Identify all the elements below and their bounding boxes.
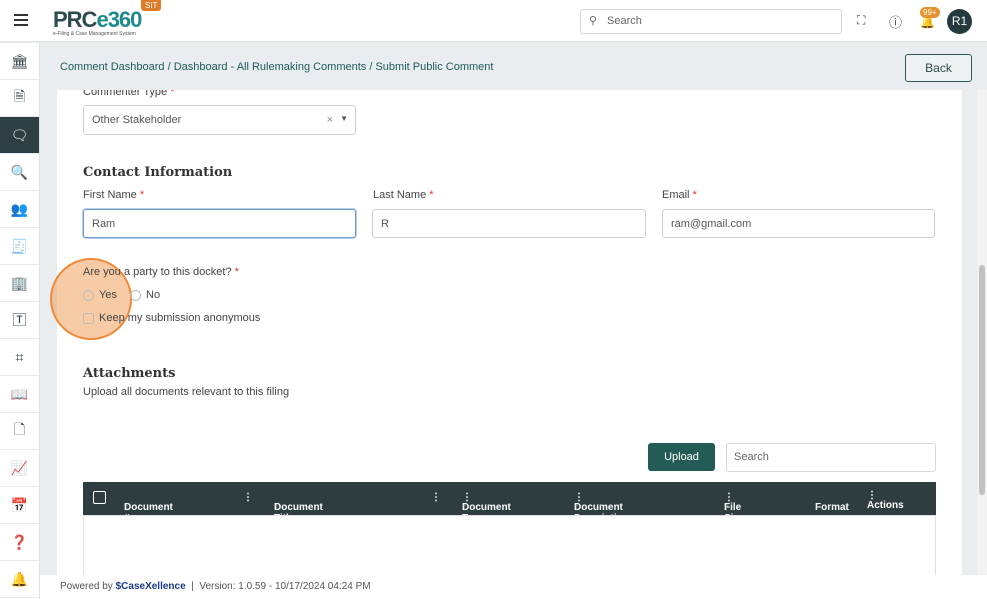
- commenter-type-label: Commenter Type *: [83, 90, 175, 98]
- sidebar-item-scan[interactable]: ⌗: [0, 339, 39, 376]
- building-icon: 🏢: [10, 274, 29, 291]
- attachments-search-input[interactable]: Search: [726, 443, 936, 472]
- first-name-label: First Name *: [83, 189, 145, 201]
- sidebar-item-calendar[interactable]: 📅: [0, 487, 39, 524]
- search-document-icon: 🔍: [10, 163, 29, 180]
- email-input[interactable]: ram@gmail.com: [662, 209, 935, 238]
- back-button[interactable]: Back: [905, 54, 972, 82]
- document-icon: 🗎: [13, 88, 26, 104]
- sidebar-item-chart[interactable]: 📈: [0, 450, 39, 487]
- col-menu-icon[interactable]: ⋮: [243, 492, 253, 503]
- radio-yes[interactable]: Yes: [83, 289, 117, 301]
- comment-icon: 🗨: [10, 126, 29, 143]
- attachments-heading: Attachments: [83, 366, 176, 381]
- select-all-checkbox[interactable]: [93, 491, 106, 504]
- attachments-table-body: [83, 515, 936, 575]
- avatar[interactable]: R1: [947, 9, 972, 34]
- help-icon: ❓: [10, 533, 29, 550]
- sidebar-item-bell[interactable]: 🔔: [0, 561, 39, 598]
- global-search-input[interactable]: ⚲ Search: [580, 9, 842, 34]
- search-icon: ⚲: [589, 15, 598, 27]
- scrollbar[interactable]: [977, 90, 987, 575]
- col-file-size[interactable]: File Size ↑ ⋮: [724, 492, 744, 524]
- anonymous-checkbox[interactable]: Keep my submission anonymous: [83, 312, 260, 324]
- sidebar-item-document[interactable]: 🗎: [0, 80, 39, 117]
- commenter-type-select[interactable]: Other Stakeholder × ▼: [83, 105, 356, 135]
- version-text: Version: 1.0.59 - 10/17/2024 04:24 PM: [199, 581, 371, 592]
- chart-icon: 📈: [10, 459, 29, 476]
- search-placeholder: Search: [607, 15, 642, 27]
- attachments-subtitle: Upload all documents relevant to this fi…: [83, 386, 290, 398]
- logo-subtitle: e-Filing & Case Management System: [53, 31, 136, 37]
- help-icon[interactable]: ⓘ: [889, 12, 902, 31]
- col-document-type[interactable]: Document Type ↑ ⋮: [462, 492, 511, 524]
- sidebar-item-file[interactable]: 🗋: [0, 413, 39, 450]
- bank-icon: 🏛: [10, 52, 29, 69]
- book-icon: 📖: [10, 385, 29, 402]
- contact-heading: Contact Information: [83, 165, 233, 180]
- radio-circle[interactable]: [130, 289, 141, 301]
- top-header: PRCe360 e-Filing & Case Management Syste…: [0, 0, 987, 42]
- sidebar-item-help[interactable]: ❓: [0, 524, 39, 561]
- sidebar-item-template[interactable]: 🅃: [0, 302, 39, 339]
- users-icon: 👥: [10, 200, 29, 217]
- env-badge: SIT: [141, 0, 162, 11]
- template-icon: 🅃: [12, 312, 27, 328]
- upload-button[interactable]: Upload: [648, 443, 715, 471]
- sidebar-item-invoice[interactable]: 🧾: [0, 228, 39, 265]
- first-name-input[interactable]: Ram: [83, 209, 356, 238]
- sidebar-item-search-document[interactable]: 🔍: [0, 154, 39, 191]
- last-name-label: Last Name *: [373, 189, 434, 201]
- notification-badge: 99+: [920, 7, 940, 18]
- email-label: Email *: [662, 189, 697, 201]
- scan-icon: ⌗: [15, 348, 24, 365]
- logo-text: PRCe360: [53, 7, 142, 32]
- menu-icon[interactable]: [14, 14, 28, 29]
- radio-no[interactable]: No: [130, 289, 160, 301]
- breadcrumb[interactable]: Comment Dashboard / Dashboard - All Rule…: [60, 61, 493, 73]
- sidebar-item-users[interactable]: 👥: [0, 191, 39, 228]
- footer: Powered by $CaseXellence | Version: 1.0.…: [40, 575, 987, 599]
- caret-down-icon: ▼: [340, 114, 348, 123]
- form-card: Commenter Type * Other Stakeholder × ▼ Con…: [57, 90, 962, 575]
- last-name-input[interactable]: R: [372, 209, 646, 238]
- clear-icon[interactable]: ×: [327, 114, 333, 126]
- fullscreen-icon[interactable]: ⛶: [857, 13, 865, 28]
- col-actions[interactable]: Actions ⋮: [867, 490, 904, 511]
- casexellence-logo: $CaseXellence: [115, 581, 186, 592]
- sidebar-item-comment[interactable]: 🗨: [0, 117, 39, 154]
- logo[interactable]: PRCe360 e-Filing & Case Management Syste…: [53, 7, 142, 37]
- calendar-icon: 📅: [10, 496, 29, 513]
- checkbox[interactable]: [83, 312, 94, 324]
- powered-by: Powered by: [60, 581, 113, 592]
- sidebar-item-book[interactable]: 📖: [0, 376, 39, 413]
- col-document-description[interactable]: Document Description ↑ ⋮: [574, 492, 629, 524]
- sidebar: 🏛 🗎 🗨 🔍 👥 🧾 🏢 🅃 ⌗ 📖 🗋 📈 📅 ❓ 🔔: [0, 43, 40, 599]
- attachments-table-header: Document # ↑ ⋮ Document Title ↑ ⋮ Docume…: [83, 482, 936, 524]
- sidebar-item-bank[interactable]: 🏛: [0, 43, 39, 80]
- bell-icon: 🔔: [10, 570, 29, 587]
- sidebar-item-building[interactable]: 🏢: [0, 265, 39, 302]
- party-question: Are you a party to this docket? *: [83, 266, 239, 278]
- invoice-icon: 🧾: [10, 237, 29, 254]
- col-menu-icon[interactable]: ⋮: [431, 492, 441, 503]
- radio-circle[interactable]: [83, 289, 94, 301]
- file-icon: 🗋: [13, 421, 26, 437]
